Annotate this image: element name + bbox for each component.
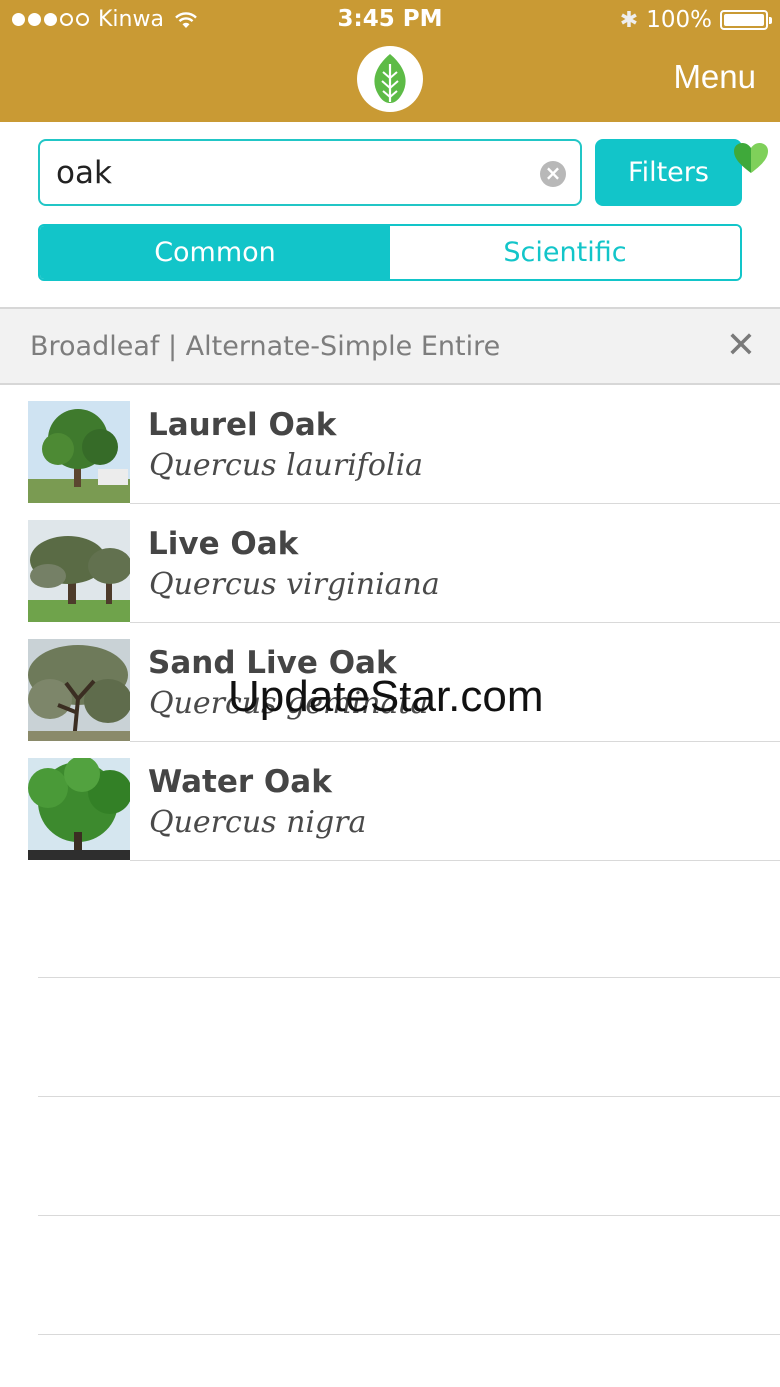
empty-row-divider — [38, 977, 780, 978]
search-input[interactable] — [56, 151, 526, 195]
results-list: Laurel Oak Quercus laurifolia Live Oak Q… — [0, 385, 780, 861]
bluetooth-icon: ✱ — [619, 7, 639, 33]
list-item[interactable]: Live Oak Quercus virginiana — [0, 504, 780, 623]
tree-thumbnail — [28, 758, 130, 860]
status-bar: Kinwa 3:45 PM ✱ 100% — [0, 0, 780, 42]
segment-scientific[interactable]: Scientific — [390, 226, 740, 279]
favorite-heart-icon[interactable] — [733, 142, 769, 174]
empty-row-divider — [38, 1334, 780, 1335]
common-name: Water Oak — [148, 764, 332, 800]
search-field[interactable]: × — [38, 139, 582, 206]
segment-common[interactable]: Common — [40, 226, 390, 279]
close-icon[interactable]: ✕ — [726, 325, 756, 366]
scientific-name: Quercus laurifolia — [149, 448, 424, 483]
watermark-text: UpdateStar.com — [228, 672, 544, 721]
list-item[interactable]: Laurel Oak Quercus laurifolia — [0, 385, 780, 504]
tree-thumbnail — [28, 401, 130, 503]
battery-percent: 100% — [646, 7, 712, 33]
list-item[interactable]: Water Oak Quercus nigra — [0, 742, 780, 861]
name-type-toggle[interactable]: Common Scientific — [38, 224, 742, 281]
common-name: Live Oak — [148, 526, 299, 562]
row-divider — [130, 860, 780, 861]
leaf-icon[interactable] — [357, 46, 423, 112]
common-name: Laurel Oak — [148, 407, 337, 443]
clear-icon[interactable]: × — [540, 161, 566, 187]
empty-row-divider — [38, 1096, 780, 1097]
scientific-name: Quercus virginiana — [149, 567, 440, 602]
scientific-name: Quercus nigra — [149, 805, 367, 840]
active-filter-text: Broadleaf | Alternate-Simple Entire — [30, 331, 501, 362]
filters-button[interactable]: Filters — [595, 139, 742, 206]
menu-button[interactable]: Menu — [673, 58, 756, 96]
app-header: Kinwa 3:45 PM ✱ 100% Menu — [0, 0, 780, 122]
empty-row-divider — [38, 1215, 780, 1216]
status-right: ✱ 100% — [619, 7, 772, 33]
battery-icon — [720, 10, 772, 30]
tree-thumbnail — [28, 520, 130, 622]
active-filter-bar: Broadleaf | Alternate-Simple Entire ✕ — [0, 307, 780, 385]
tree-thumbnail — [28, 639, 130, 741]
